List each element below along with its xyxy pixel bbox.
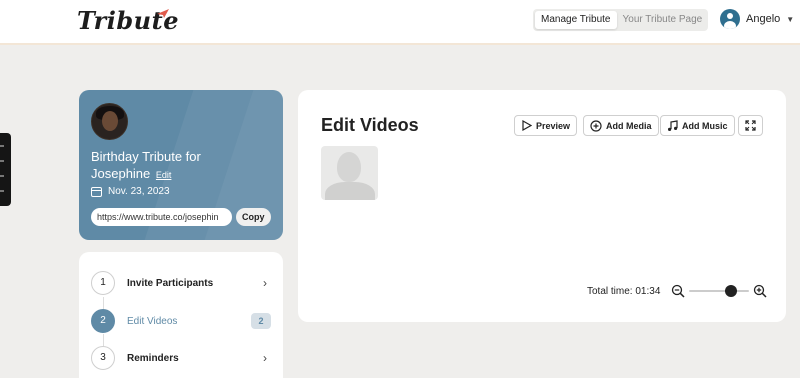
paper-plane-icon [157, 9, 169, 18]
recipient-photo [91, 103, 128, 140]
step-label: Edit Videos [127, 315, 178, 327]
top-header: Tribute Manage Tribute Your Tribute Page… [0, 0, 800, 45]
user-avatar-icon [720, 9, 740, 29]
step-edit-videos[interactable]: 2 Edit Videos 2 [91, 308, 271, 334]
step-reminders[interactable]: 3 Reminders › [91, 345, 271, 371]
step-invite-participants[interactable]: 1 Invite Participants › [91, 270, 271, 296]
total-time: Total time: 01:34 [587, 286, 660, 297]
edit-title-link[interactable]: Edit [156, 170, 172, 180]
tribute-info-card: Birthday Tribute for Josephine Edit Nov.… [79, 90, 283, 240]
caret-down-icon: ▼ [786, 14, 795, 24]
play-icon [522, 120, 532, 131]
tribute-date: Nov. 23, 2023 [91, 186, 170, 197]
video-editor-card: Edit Videos Preview Add Media Add Music … [298, 90, 786, 322]
step-number: 3 [91, 346, 115, 370]
expand-icon [745, 120, 756, 131]
total-time-label: Total time: [587, 286, 633, 297]
add-media-label: Add Media [606, 120, 652, 131]
step-number: 1 [91, 271, 115, 295]
add-music-button[interactable]: Add Music [660, 115, 735, 136]
step-count-badge: 2 [251, 313, 271, 329]
add-media-button[interactable]: Add Media [583, 115, 659, 136]
user-menu[interactable]: Angelo ▼ [720, 9, 794, 29]
zoom-out-icon[interactable] [671, 284, 685, 298]
tribute-date-text: Nov. 23, 2023 [108, 186, 170, 197]
user-name: Angelo [746, 13, 781, 25]
manage-tribute-tab[interactable]: Manage Tribute [535, 11, 617, 29]
step-label: Reminders [127, 352, 179, 364]
zoom-in-icon[interactable] [753, 284, 767, 298]
page-title: Edit Videos [321, 115, 419, 135]
preview-button[interactable]: Preview [514, 115, 578, 136]
share-url-field[interactable]: https://www.tribute.co/josephin [91, 208, 232, 226]
music-note-icon [668, 119, 678, 131]
add-music-label: Add Music [682, 120, 728, 131]
share-url-row: https://www.tribute.co/josephin Copy [91, 208, 271, 226]
video-thumbnail[interactable] [321, 146, 378, 200]
chevron-right-icon: › [263, 276, 267, 290]
preview-label: Preview [536, 120, 571, 131]
fullscreen-button[interactable] [738, 115, 763, 136]
feedback-side-tab[interactable] [0, 133, 11, 206]
steps-card: 1 Invite Participants › 2 Edit Videos 2 … [79, 252, 283, 378]
plus-circle-icon [590, 119, 602, 132]
view-toggle: Manage Tribute Your Tribute Page [533, 9, 708, 31]
calendar-icon [91, 186, 102, 197]
step-label: Invite Participants [127, 277, 214, 289]
chevron-right-icon: › [263, 351, 267, 365]
tribute-title-line2: Josephine [91, 166, 151, 181]
zoom-slider[interactable] [689, 284, 749, 298]
zoom-control [671, 284, 767, 298]
tribute-title: Birthday Tribute for Josephine Edit [91, 148, 261, 184]
copy-url-button[interactable]: Copy [236, 208, 271, 226]
your-tribute-page-tab[interactable]: Your Tribute Page [617, 11, 709, 29]
zoom-slider-knob[interactable] [725, 285, 737, 297]
tribute-title-line1: Birthday Tribute for [91, 149, 201, 164]
step-number: 2 [91, 309, 115, 333]
total-time-value: 01:34 [635, 286, 661, 297]
